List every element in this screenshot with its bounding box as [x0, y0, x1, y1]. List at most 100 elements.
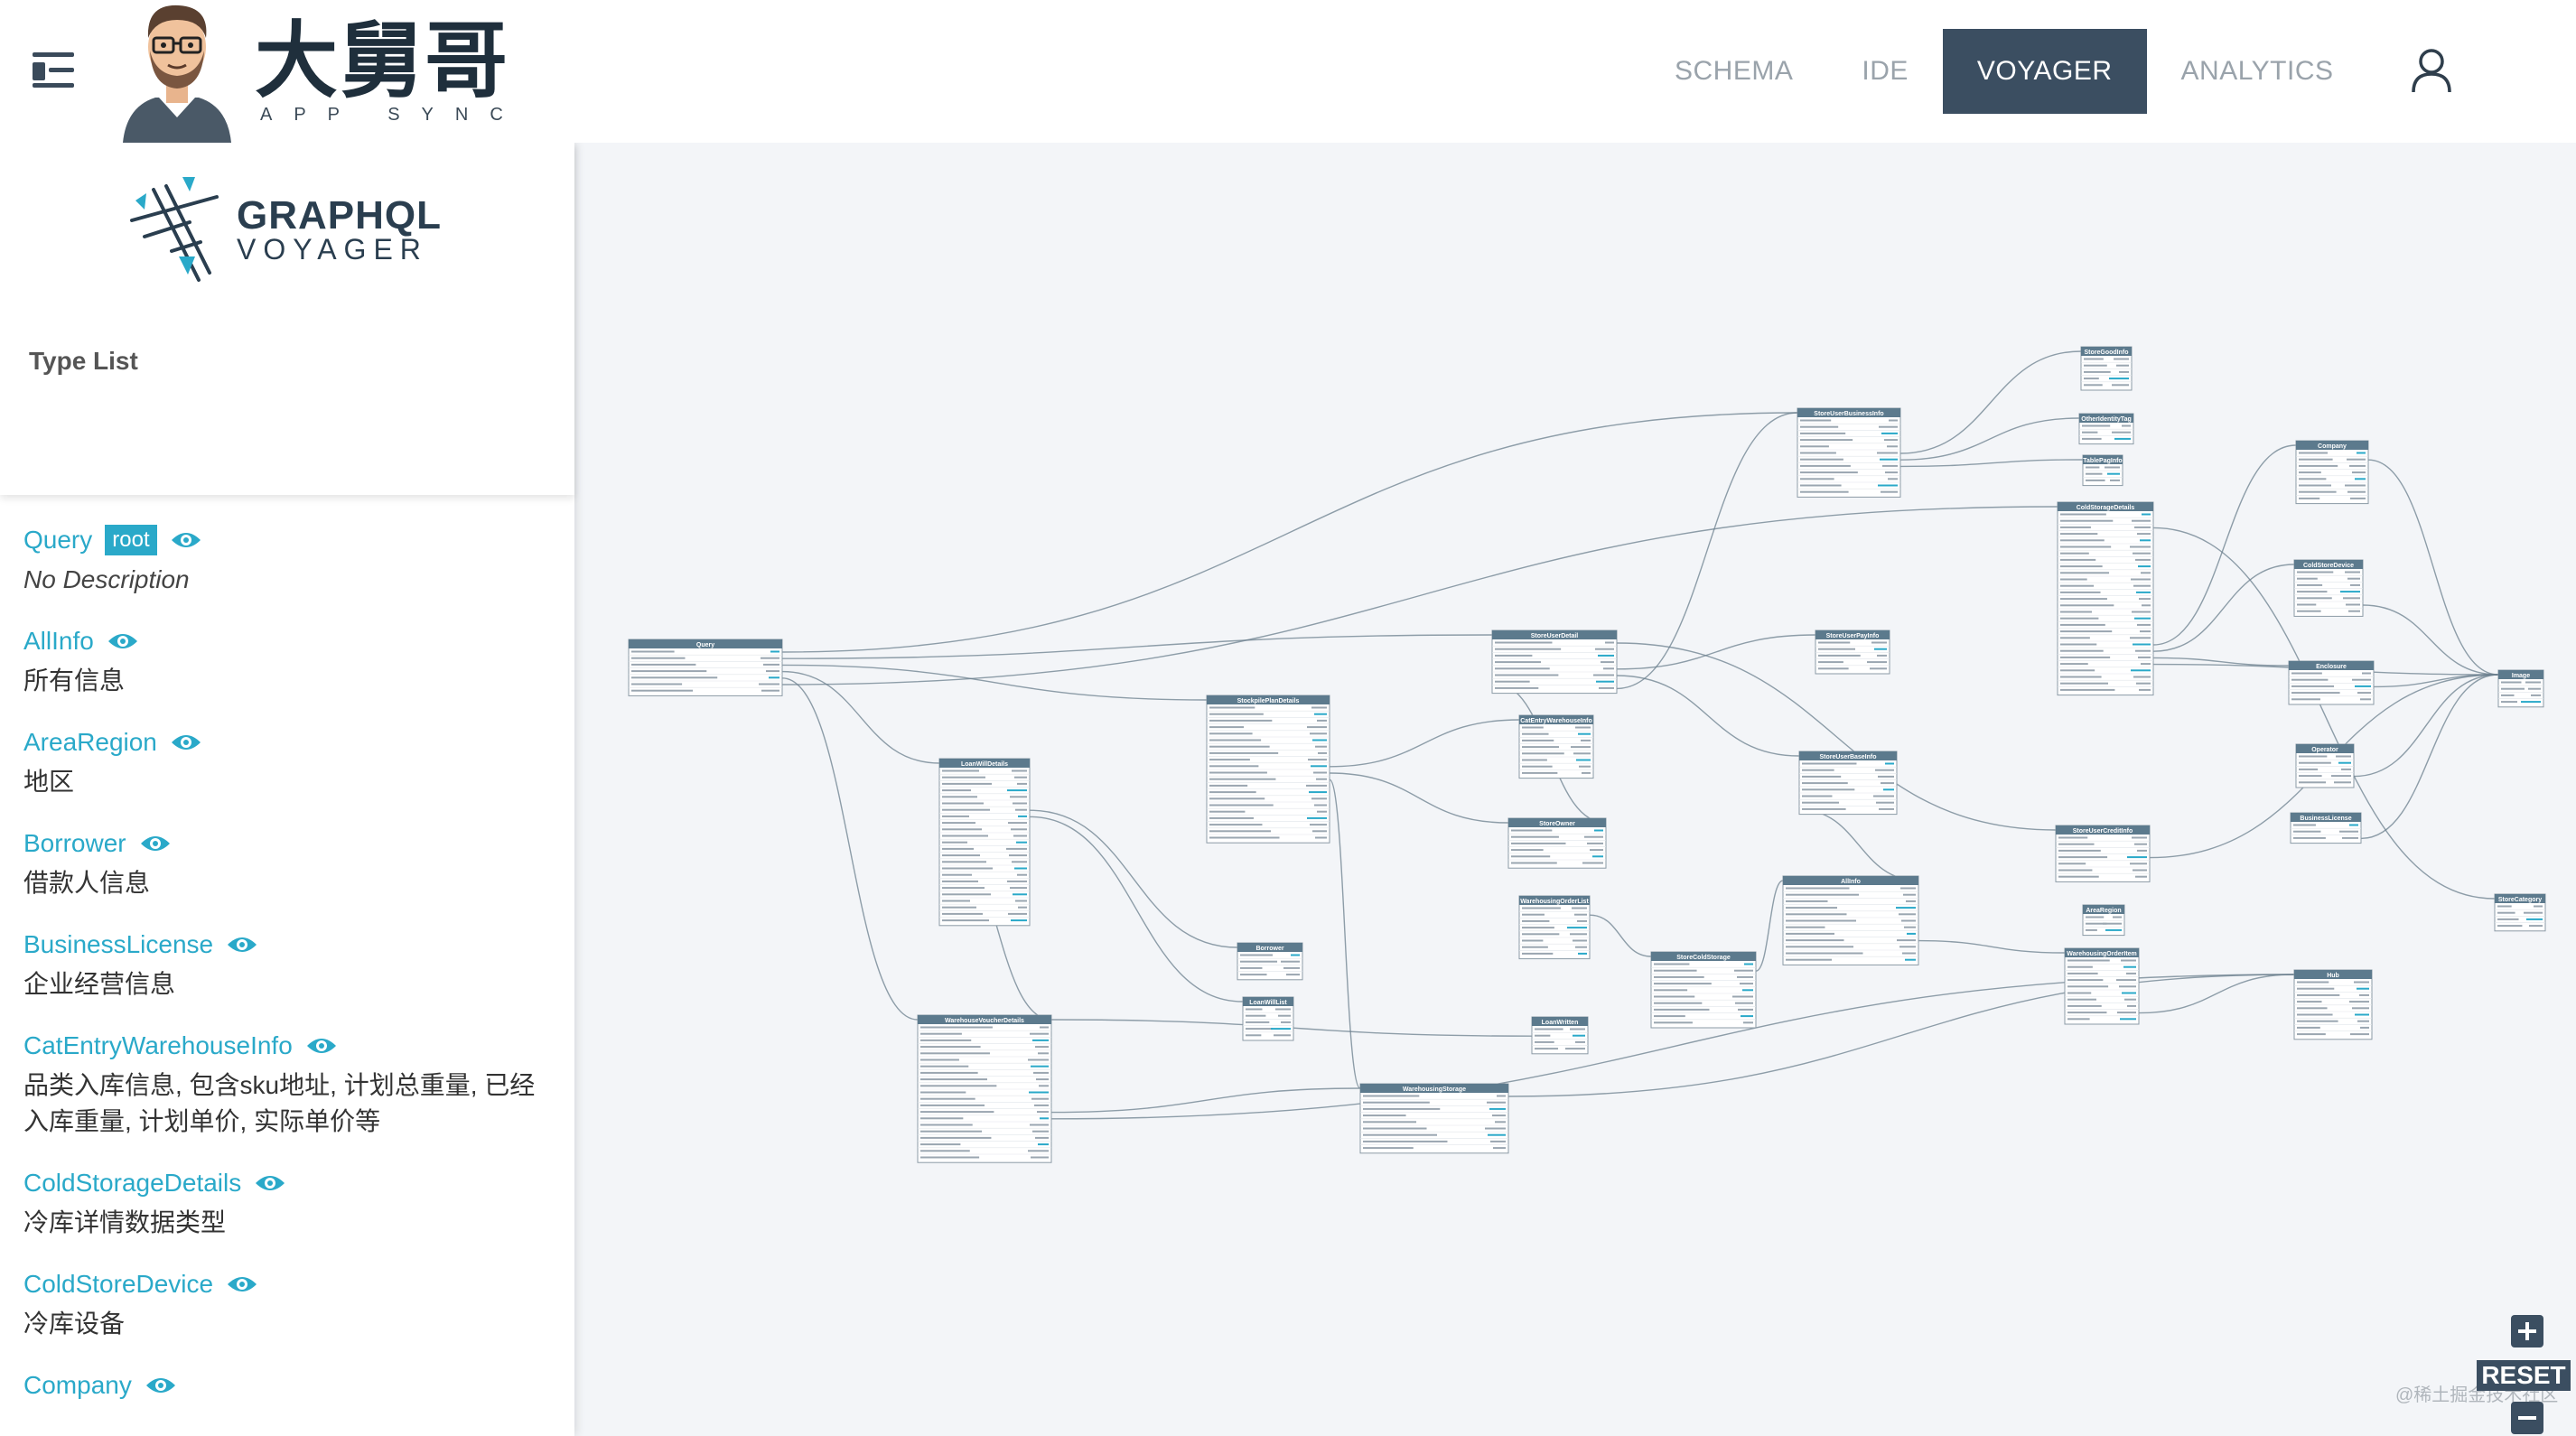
node-field[interactable]	[2299, 775, 2322, 778]
node-field[interactable]	[1209, 745, 1270, 748]
graph-edge[interactable]	[1798, 808, 1919, 881]
node-field[interactable]	[2084, 364, 2107, 367]
node-field[interactable]	[1818, 641, 1851, 644]
eye-icon[interactable]	[305, 1035, 338, 1057]
node-field[interactable]	[2060, 656, 2111, 658]
node-field[interactable]	[1786, 926, 1825, 928]
node-field[interactable]	[1786, 913, 1847, 916]
node-field[interactable]	[2297, 597, 2332, 600]
graph-node[interactable]: StoreOwner	[1507, 817, 1607, 869]
node-field[interactable]	[920, 1136, 992, 1139]
node-field[interactable]	[942, 854, 980, 857]
node-field[interactable]	[1363, 1101, 1430, 1104]
node-field[interactable]	[1654, 983, 1712, 985]
node-field[interactable]	[2060, 591, 2101, 593]
node-field[interactable]	[2060, 669, 2095, 672]
node-field[interactable]	[942, 873, 972, 876]
node-field[interactable]	[2060, 565, 2103, 568]
graph-edge[interactable]	[1507, 974, 2295, 1097]
node-field[interactable]	[2067, 959, 2110, 962]
graph-edge[interactable]	[781, 634, 1493, 659]
node-field[interactable]	[2297, 571, 2334, 573]
node-field[interactable]	[2060, 649, 2104, 652]
node-field[interactable]	[920, 1085, 997, 1087]
node-field[interactable]	[1246, 1021, 1270, 1023]
node-field[interactable]	[2297, 1026, 2320, 1029]
node-field[interactable]	[1495, 654, 1533, 657]
node-field[interactable]	[1522, 913, 1545, 916]
node-field[interactable]	[1209, 751, 1279, 754]
type-name[interactable]: CatEntryWarehouseInfo	[23, 1031, 293, 1060]
node-field[interactable]	[1802, 775, 1842, 778]
node-field[interactable]	[2060, 682, 2108, 685]
node-field[interactable]	[631, 676, 718, 679]
node-field[interactable]	[942, 867, 993, 870]
node-field[interactable]	[1511, 835, 1559, 838]
node-field[interactable]	[2067, 1004, 2102, 1007]
user-icon[interactable]	[2406, 45, 2457, 96]
node-field[interactable]	[1209, 791, 1256, 794]
node-field[interactable]	[942, 880, 978, 882]
graph-node[interactable]: WarehousingStorage	[1359, 1083, 1509, 1154]
node-field[interactable]	[2060, 526, 2091, 528]
eye-icon[interactable]	[226, 934, 258, 956]
graph-node[interactable]: Company	[2295, 440, 2369, 505]
graph-edge[interactable]	[1899, 459, 2084, 468]
node-field[interactable]	[1535, 1034, 1551, 1037]
graph-node[interactable]: StoreGoodInfo	[2080, 346, 2133, 391]
node-field[interactable]	[2060, 584, 2095, 587]
node-field[interactable]	[1654, 1021, 1693, 1024]
node-field[interactable]	[2067, 1018, 2090, 1021]
graph-edge[interactable]	[781, 677, 919, 1021]
node-field[interactable]	[920, 1032, 962, 1035]
node-field[interactable]	[1209, 759, 1250, 761]
node-field[interactable]	[2060, 513, 2106, 516]
node-field[interactable]	[2297, 577, 2318, 580]
node-field[interactable]	[2501, 687, 2525, 690]
node-field[interactable]	[2297, 583, 2323, 586]
node-field[interactable]	[2082, 431, 2098, 434]
node-field[interactable]	[1800, 471, 1858, 474]
node-field[interactable]	[1495, 680, 1530, 683]
node-field[interactable]	[942, 808, 990, 811]
graph-edge[interactable]	[1616, 675, 1800, 757]
graph-edge[interactable]	[1329, 779, 1361, 1089]
node-field[interactable]	[2060, 545, 2112, 548]
node-field[interactable]	[1209, 810, 1246, 813]
node-field[interactable]	[1800, 452, 1836, 454]
node-field[interactable]	[942, 769, 979, 772]
node-field[interactable]	[2067, 979, 2104, 982]
node-field[interactable]	[1522, 752, 1564, 755]
node-field[interactable]	[2060, 688, 2115, 691]
node-field[interactable]	[942, 822, 975, 825]
node-field[interactable]	[2060, 578, 2087, 581]
node-field[interactable]	[920, 1117, 964, 1120]
node-field[interactable]	[2297, 1001, 2322, 1003]
node-field[interactable]	[2297, 591, 2328, 593]
graph-node[interactable]: BusinessLicense	[2290, 812, 2362, 844]
node-field[interactable]	[2067, 965, 2093, 968]
node-field[interactable]	[942, 887, 985, 890]
eye-icon[interactable]	[254, 1172, 286, 1194]
node-field[interactable]	[920, 1111, 994, 1114]
graph-node[interactable]: CatEntryWarehouseInfo	[1518, 714, 1594, 779]
node-field[interactable]	[1209, 816, 1254, 819]
graph-node[interactable]: Borrower	[1237, 942, 1303, 981]
node-field[interactable]	[1209, 726, 1245, 729]
node-field[interactable]	[1800, 490, 1849, 493]
node-field[interactable]	[1522, 746, 1559, 749]
node-field[interactable]	[1802, 782, 1848, 785]
type-name[interactable]: Borrower	[23, 829, 126, 858]
node-field[interactable]	[2060, 623, 2105, 626]
node-field[interactable]	[2299, 471, 2321, 474]
node-field[interactable]	[920, 1065, 969, 1068]
node-field[interactable]	[2060, 630, 2113, 633]
zoom-in-icon[interactable]	[2511, 1315, 2543, 1347]
node-field[interactable]	[1363, 1127, 1427, 1130]
node-field[interactable]	[2497, 918, 2519, 920]
graph-canvas[interactable]: Query LoanWillDetails WarehouseVoucherDeta…	[574, 143, 2576, 1436]
node-field[interactable]	[2067, 992, 2092, 994]
node-field[interactable]	[1363, 1095, 1420, 1097]
node-field[interactable]	[1240, 974, 1267, 976]
node-field[interactable]	[920, 1058, 959, 1061]
